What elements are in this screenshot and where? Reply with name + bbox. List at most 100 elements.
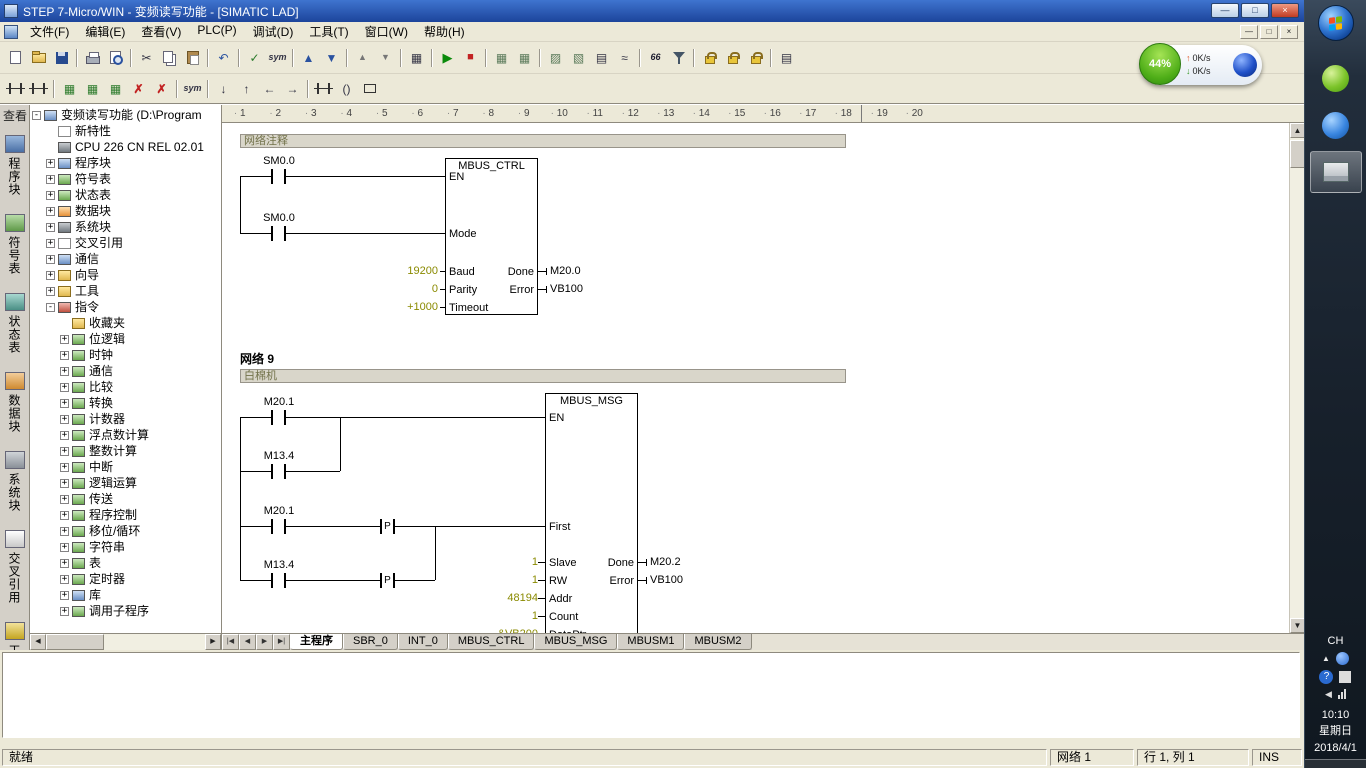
tree-toggle[interactable]: + — [60, 575, 69, 584]
tree-item[interactable]: + 整数计算 — [30, 443, 221, 459]
tree-item[interactable]: + 比较 — [30, 379, 221, 395]
print-button[interactable] — [81, 47, 104, 69]
menu-item[interactable]: 文件(F) — [22, 22, 77, 41]
tree-toggle[interactable]: + — [46, 159, 55, 168]
mbus-msg-box[interactable]: MBUS_MSG EN First Slave RW Addr Count Da… — [545, 393, 638, 633]
sort-descending-button[interactable]: ▼ — [374, 47, 397, 69]
tree-toggle[interactable]: + — [60, 591, 69, 600]
contact-operand-label[interactable]: M20.1 — [257, 396, 301, 408]
tree-toggle[interactable]: + — [46, 175, 55, 184]
contact-operand-label[interactable]: M20.1 — [257, 505, 301, 517]
copy-button[interactable] — [158, 47, 181, 69]
tree-toggle[interactable]: + — [46, 191, 55, 200]
viewbar-item[interactable]: 系统块 — [5, 451, 25, 512]
scroll-right-button[interactable]: ▶ — [205, 634, 221, 650]
tree-item[interactable]: + 时钟 — [30, 347, 221, 363]
trend-view-button[interactable]: ≈ — [613, 47, 636, 69]
tree-item[interactable]: + 调用子程序 — [30, 603, 221, 619]
taskbar-app-messenger[interactable] — [1310, 104, 1362, 146]
pou-tab[interactable]: INT_0 — [398, 634, 448, 650]
pou-tab[interactable]: MBUS_CTRL — [448, 634, 535, 650]
tree-item[interactable]: + 数据块 — [30, 203, 221, 219]
tree-item[interactable]: + 程序块 — [30, 155, 221, 171]
mdi-minimize-button[interactable]: — — [1240, 25, 1258, 39]
mbus-ctrl-box[interactable]: MBUS_CTRL EN Mode Baud Parity Timeout Do… — [445, 158, 538, 315]
tree-item[interactable]: + 库 — [30, 587, 221, 603]
run-button[interactable]: ▶ — [436, 47, 459, 69]
tree-item[interactable]: + 位逻辑 — [30, 331, 221, 347]
tree-item[interactable]: + 通信 — [30, 363, 221, 379]
taskbar-app-browser[interactable] — [1310, 57, 1362, 99]
output-operand[interactable]: M20.0 — [550, 265, 581, 277]
tree-toggle[interactable]: + — [60, 431, 69, 440]
options-button[interactable]: ▦ — [405, 47, 428, 69]
line-left-button[interactable]: ← — [258, 78, 281, 100]
tree-item[interactable]: + 通信 — [30, 251, 221, 267]
tree-horizontal-scrollbar[interactable]: ◀ ▶ — [30, 633, 221, 650]
stop-button[interactable]: ■ — [459, 47, 482, 69]
tree-toggle[interactable]: + — [60, 607, 69, 616]
no-contact[interactable] — [271, 226, 286, 241]
viewbar-item[interactable]: 程序块 — [5, 135, 25, 196]
parameter-value[interactable]: 1 — [474, 574, 538, 586]
tree-item[interactable]: + 符号表 — [30, 171, 221, 187]
tree-item[interactable]: + 系统块 — [30, 219, 221, 235]
viewbar-item[interactable]: 符号表 — [5, 214, 25, 275]
scrollbar-thumb[interactable] — [1290, 140, 1304, 168]
tray-expand-icon[interactable]: ▲ — [1322, 654, 1330, 663]
cut-button[interactable]: ✂ — [135, 47, 158, 69]
view-output-window-button[interactable]: ▦ — [104, 78, 127, 100]
positive-edge-contact[interactable]: P — [380, 519, 395, 534]
network-comment-bar[interactable]: 白棉机 — [240, 369, 846, 383]
taskbar-clock[interactable]: 10:10 星期日 2018/4/1 — [1314, 707, 1357, 757]
insert-row-below-button[interactable] — [27, 78, 50, 100]
scrollbar-track[interactable] — [104, 634, 205, 650]
tab-nav-button[interactable]: ▶ — [256, 634, 273, 650]
no-contact[interactable] — [271, 410, 286, 425]
viewbar-item[interactable]: 状态表 — [5, 293, 25, 354]
network-icon[interactable] — [1338, 689, 1346, 699]
output-operand[interactable]: VB100 — [650, 574, 683, 586]
tree-item[interactable]: + 定时器 — [30, 571, 221, 587]
parameter-value[interactable]: 48194 — [474, 592, 538, 604]
compile-button[interactable]: ✓ — [243, 47, 266, 69]
chart-status-button[interactable]: ▤ — [590, 47, 613, 69]
cpu-gauge-widget[interactable]: 44% ↑0K/s ↓0K/s — [1140, 45, 1262, 85]
tree-toggle[interactable]: - — [32, 111, 41, 120]
tree-item[interactable]: + 逻辑运算 — [30, 475, 221, 491]
tree-toggle[interactable]: + — [60, 463, 69, 472]
tree-toggle[interactable]: + — [60, 479, 69, 488]
lock-button-3[interactable] — [744, 47, 767, 69]
parameter-value[interactable]: 0 — [374, 283, 438, 295]
language-indicator[interactable]: CH — [1328, 635, 1344, 647]
ladder-editor[interactable]: 网络注释 SM0.0 SM0.0 MBUS_CTRL EN Mode Baud … — [222, 123, 1304, 633]
print-preview-button[interactable] — [104, 47, 127, 69]
tree-toggle[interactable]: + — [60, 559, 69, 568]
insert-network-button[interactable]: ▦ — [490, 47, 513, 69]
tree-item[interactable]: + 交叉引用 — [30, 235, 221, 251]
help-tray-icon[interactable]: ? — [1319, 670, 1333, 684]
tree-item[interactable]: + 程序控制 — [30, 507, 221, 523]
menu-item[interactable]: 编辑(E) — [77, 22, 133, 41]
tree-toggle[interactable]: + — [46, 287, 55, 296]
tab-nav-button[interactable]: |◀ — [222, 634, 239, 650]
tree-toggle[interactable]: + — [60, 527, 69, 536]
open-file-button[interactable] — [27, 47, 50, 69]
new-file-button[interactable] — [4, 47, 27, 69]
insert-coil-button[interactable]: () — [335, 78, 358, 100]
menu-item[interactable]: 调试(D) — [245, 22, 302, 41]
start-button[interactable] — [1318, 5, 1354, 41]
no-contact[interactable] — [271, 573, 286, 588]
tree-item[interactable]: + 工具 — [30, 283, 221, 299]
no-contact[interactable] — [271, 464, 286, 479]
program-status-button[interactable]: ▨ — [544, 47, 567, 69]
parameter-value[interactable]: +1000 — [374, 301, 438, 313]
clear-button-2[interactable]: ✗ — [150, 78, 173, 100]
symbolic-addressing-button[interactable]: sym — [266, 47, 289, 69]
pou-tab[interactable]: MBUSM1 — [617, 634, 684, 650]
tree-toggle[interactable]: + — [60, 367, 69, 376]
menu-item[interactable]: 帮助(H) — [416, 22, 473, 41]
parameter-value[interactable]: &VB200 — [474, 628, 538, 633]
tree-toggle[interactable]: + — [46, 223, 55, 232]
no-contact[interactable] — [271, 169, 286, 184]
